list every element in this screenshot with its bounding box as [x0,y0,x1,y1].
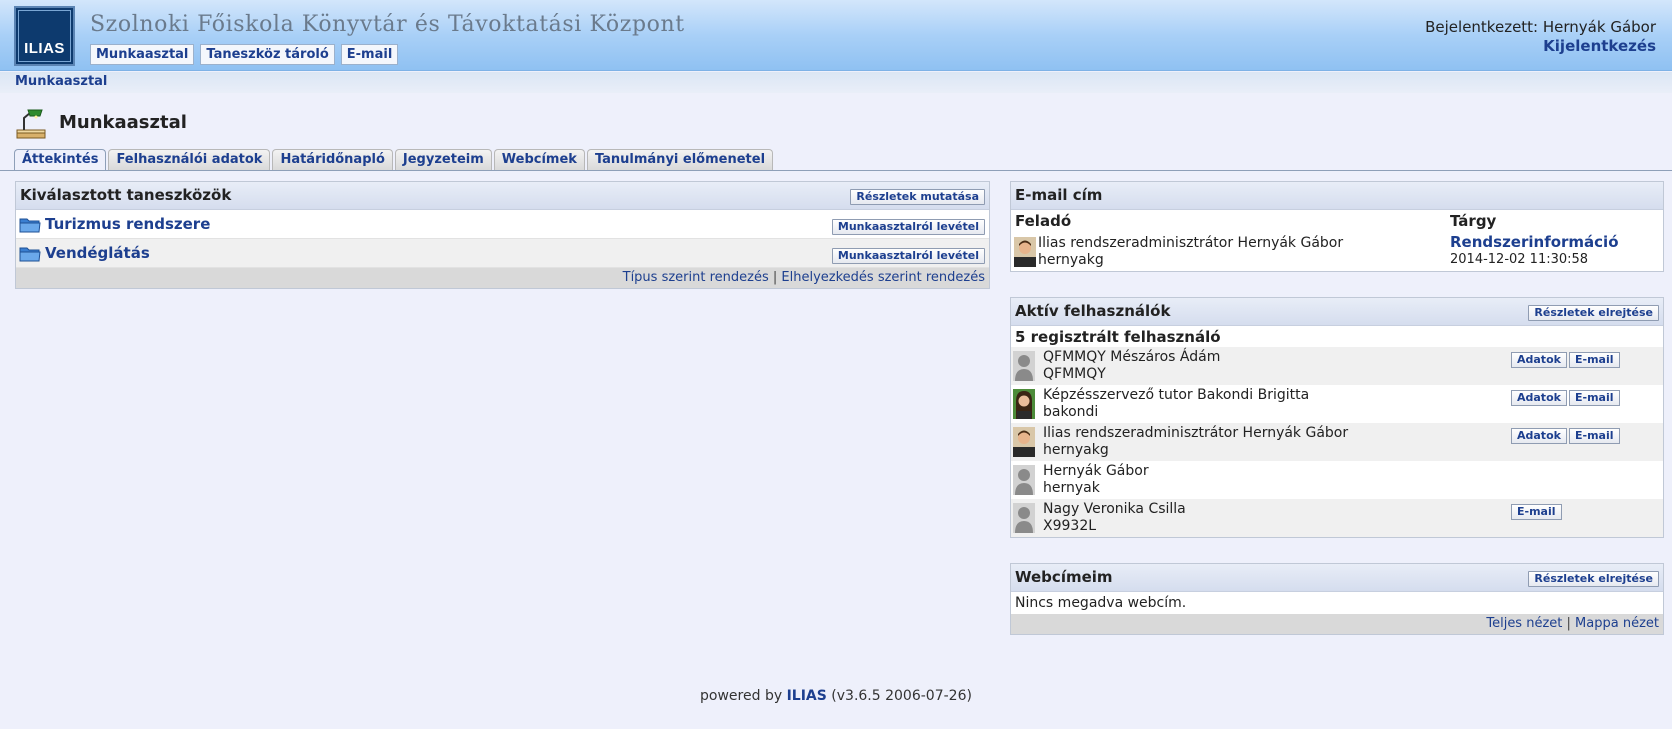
list-item: Turizmus rendszere Munkaasztalról levéte… [16,210,989,239]
user-login: X9932L [1043,518,1097,534]
hide-details-button[interactable]: Részletek elrejtése [1528,305,1659,321]
mail-title: E-mail cím [1015,186,1103,204]
list-item: Vendéglátás Munkaasztalról levétel [16,239,989,268]
active-users-header: Aktív felhasználók Részletek elrejtése [1011,298,1663,326]
tab-calendar[interactable]: Határidőnapló [272,149,393,170]
footer: powered by ILIAS (v3.6.5 2006-07-26) [0,688,1672,704]
main-menu: Munkaasztal Taneszköz tároló E-mail [90,44,399,65]
bookmarks-title: Webcímeim [1015,568,1113,586]
column-sender: Feladó [1015,212,1072,230]
tab-overview[interactable]: Áttekintés [14,149,107,171]
column-subject: Tárgy [1450,212,1497,230]
list-item: Képzésszervező tutor Bakondi Brigitta ba… [1011,385,1663,423]
menu-item-munkaasztal[interactable]: Munkaasztal [90,44,195,65]
list-item: Ilias rendszeradminisztrátor Hernyák Gáb… [1011,423,1663,461]
ilias-link[interactable]: ILIAS [787,688,827,704]
menu-item-repository[interactable]: Taneszköz tároló [200,44,335,65]
user-data-button[interactable]: Adatok [1511,352,1567,368]
user-email-button[interactable]: E-mail [1569,428,1620,444]
user-data-button[interactable]: Adatok [1511,428,1567,444]
remove-from-desktop-button[interactable]: Munkaasztalról levétel [831,219,985,235]
full-view-link[interactable]: Teljes nézet [1486,616,1562,631]
mail-date: 2014-12-02 11:30:58 [1450,252,1589,267]
mail-sender-login: hernyakg [1038,252,1104,268]
active-users-title: Aktív felhasználók [1015,302,1171,320]
user-name: Hernyák Gábor [1043,463,1149,479]
bookmarks-empty-text: Nincs megadva webcím. [1015,595,1187,611]
user-name: QFMMQY Mészáros Ádám [1043,349,1221,365]
default-avatar-icon [1013,465,1035,495]
tab-bookmarks[interactable]: Webcímek [493,149,585,170]
user-data-button[interactable]: Adatok [1511,390,1567,406]
tab-bar: Áttekintés Felhasználói adatok Határidőn… [14,149,774,171]
ilias-logo[interactable]: ILIAS [14,6,75,66]
user-login: bakondi [1043,404,1099,420]
user-name: Nagy Veronika Csilla [1043,501,1186,517]
mail-subject-link[interactable]: Rendszerinformáció [1450,233,1619,251]
user-login: hernyak [1043,480,1100,496]
user-photo-icon [1013,389,1035,419]
folder-icon [19,218,41,233]
list-item: Hernyák Gábor hernyak [1011,461,1663,499]
user-email-button[interactable]: E-mail [1511,504,1562,520]
user-email-button[interactable]: E-mail [1569,352,1620,368]
desk-lamp-icon [16,109,46,139]
show-details-button[interactable]: Részletek mutatása [850,189,985,205]
user-info: Bejelentkezett: Hernyák Gábor Kijelentke… [1425,18,1656,56]
item-title-vendeglatas[interactable]: Vendéglátás [45,244,150,262]
user-email-button[interactable]: E-mail [1569,390,1620,406]
logged-in-label: Bejelentkezett: Hernyák Gábor [1425,18,1656,36]
hide-details-button[interactable]: Részletek elrejtése [1528,571,1659,587]
institution-title: Szolnoki Főiskola Könyvtár és Távoktatás… [90,12,685,37]
tab-personal-data[interactable]: Felhasználói adatok [108,149,271,170]
user-photo-icon [1013,427,1035,457]
menu-item-email[interactable]: E-mail [340,44,399,65]
breadcrumb-munkaasztal[interactable]: Munkaasztal [15,74,107,89]
list-item: Nagy Veronika Csilla X9932L E-mail [1011,499,1663,537]
footer-prefix: powered by [700,688,783,704]
folder-view-link[interactable]: Mappa nézet [1575,616,1659,631]
mail-row: Ilias rendszeradminisztrátor Hernyák Gáb… [1011,231,1663,271]
remove-from-desktop-button[interactable]: Munkaasztalról levétel [831,248,985,264]
breadcrumb: Munkaasztal [0,72,1672,93]
separator: | [772,270,778,285]
header: ILIAS Szolnoki Főiskola Könyvtár és Távo… [0,0,1672,71]
mail-column-headers: Feladó Tárgy [1011,210,1663,231]
separator: | [1566,616,1571,631]
sort-by-type-link[interactable]: Típus szerint rendezés [623,270,769,285]
tab-notes[interactable]: Jegyzeteim [394,149,492,170]
selected-items-block: Kiválasztott taneszközök Részletek mutat… [15,181,990,289]
tab-divider [0,170,1672,171]
footer-version: (v3.6.5 2006-07-26) [831,688,972,704]
selected-items-title: Kiválasztott taneszközök [20,186,232,204]
mail-header: E-mail cím [1011,182,1663,210]
selected-items-header: Kiválasztott taneszközök Részletek mutat… [16,182,989,210]
registered-users-count: 5 regisztrált felhasználó [1015,328,1221,346]
user-login: QFMMQY [1043,366,1106,382]
bookmarks-block: Webcímeim Részletek elrejtése Nincs mega… [1010,563,1664,635]
default-avatar-icon [1013,503,1035,533]
selected-items-footer: Típus szerint rendezés | Elhelyezkedés s… [16,268,989,288]
bookmarks-footer: Teljes nézet | Mappa nézet [1011,614,1663,634]
page-title: Munkaasztal [59,112,187,133]
mail-sender-name: Ilias rendszeradminisztrátor Hernyák Gáb… [1038,235,1344,251]
user-avatar-icon [1014,237,1036,267]
tab-learning-progress[interactable]: Tanulmányi előmenetel [586,149,774,170]
list-item: QFMMQY Mészáros Ádám QFMMQY Adatok E-mai… [1011,347,1663,385]
sort-by-location-link[interactable]: Elhelyezkedés szerint rendezés [781,270,985,285]
user-name: Ilias rendszeradminisztrátor Hernyák Gáb… [1043,425,1349,441]
item-title-turizmus[interactable]: Turizmus rendszere [45,215,210,233]
bookmarks-header: Webcímeim Részletek elrejtése [1011,564,1663,592]
active-users-block: Aktív felhasználók Részletek elrejtése 5… [1010,297,1664,538]
folder-icon [19,247,41,262]
logout-link[interactable]: Kijelentkezés [1425,37,1656,56]
user-login: hernyakg [1043,442,1109,458]
mail-block: E-mail cím Feladó Tárgy Ilias rendszerad… [1010,181,1664,272]
user-name: Képzésszervező tutor Bakondi Brigitta [1043,387,1310,403]
default-avatar-icon [1013,351,1035,381]
